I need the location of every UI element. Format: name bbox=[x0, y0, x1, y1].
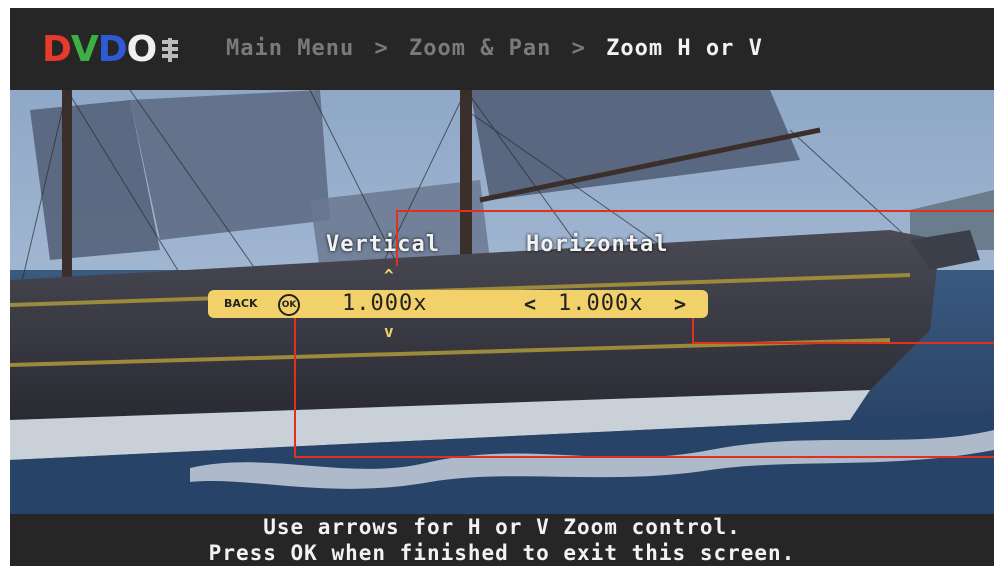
breadcrumb-separator: > bbox=[571, 36, 586, 61]
vertical-down-arrow-icon[interactable]: v bbox=[384, 322, 394, 341]
vertical-up-arrow-icon[interactable]: ^ bbox=[384, 266, 394, 285]
breadcrumb-current: Zoom H or V bbox=[606, 36, 763, 61]
breadcrumb-separator: > bbox=[374, 36, 389, 61]
horizontal-label: Horizontal bbox=[526, 232, 669, 257]
horizontal-zoom-value[interactable]: 1.000x bbox=[558, 291, 643, 316]
annotation-line bbox=[692, 316, 694, 343]
ok-button[interactable]: OK bbox=[278, 294, 300, 316]
logo-mark-icon bbox=[160, 37, 180, 63]
breadcrumb: Main Menu > Zoom & Pan > Zoom H or V bbox=[226, 34, 763, 64]
instruction-line-1: Use arrows for H or V Zoom control. bbox=[263, 515, 741, 539]
breadcrumb-main-menu[interactable]: Main Menu bbox=[226, 36, 354, 61]
footer-instructions: Use arrows for H or V Zoom control. Pres… bbox=[10, 514, 994, 566]
logo-letter-v: V bbox=[70, 29, 99, 70]
back-button[interactable]: BACK bbox=[224, 297, 258, 310]
logo-letter-d: D bbox=[42, 29, 72, 70]
annotation-line bbox=[692, 342, 994, 344]
annotation-line bbox=[294, 456, 994, 458]
breadcrumb-zoom-pan[interactable]: Zoom & Pan bbox=[409, 36, 551, 61]
tv-screen: D V D O Main Menu > Zoom & Pan > Zoom H … bbox=[10, 8, 994, 566]
vertical-zoom-value[interactable]: 1.000x bbox=[342, 291, 427, 316]
horizontal-right-arrow-icon[interactable]: > bbox=[674, 292, 686, 316]
annotation-line bbox=[396, 210, 994, 212]
instruction-line-2: Press OK when finished to exit this scre… bbox=[208, 541, 796, 565]
logo-letter-d2: D bbox=[97, 29, 128, 70]
horizontal-left-arrow-icon[interactable]: < bbox=[524, 292, 536, 316]
annotation-line bbox=[396, 210, 398, 266]
dvdo-logo: D V D O bbox=[42, 30, 180, 70]
vertical-label: Vertical bbox=[326, 232, 440, 257]
header-bar: D V D O Main Menu > Zoom & Pan > Zoom H … bbox=[10, 8, 994, 90]
annotation-line bbox=[294, 318, 296, 458]
zoom-control-bar: BACK OK 1.000x < 1.000x > bbox=[208, 290, 708, 318]
logo-letter-o: O bbox=[126, 29, 158, 70]
